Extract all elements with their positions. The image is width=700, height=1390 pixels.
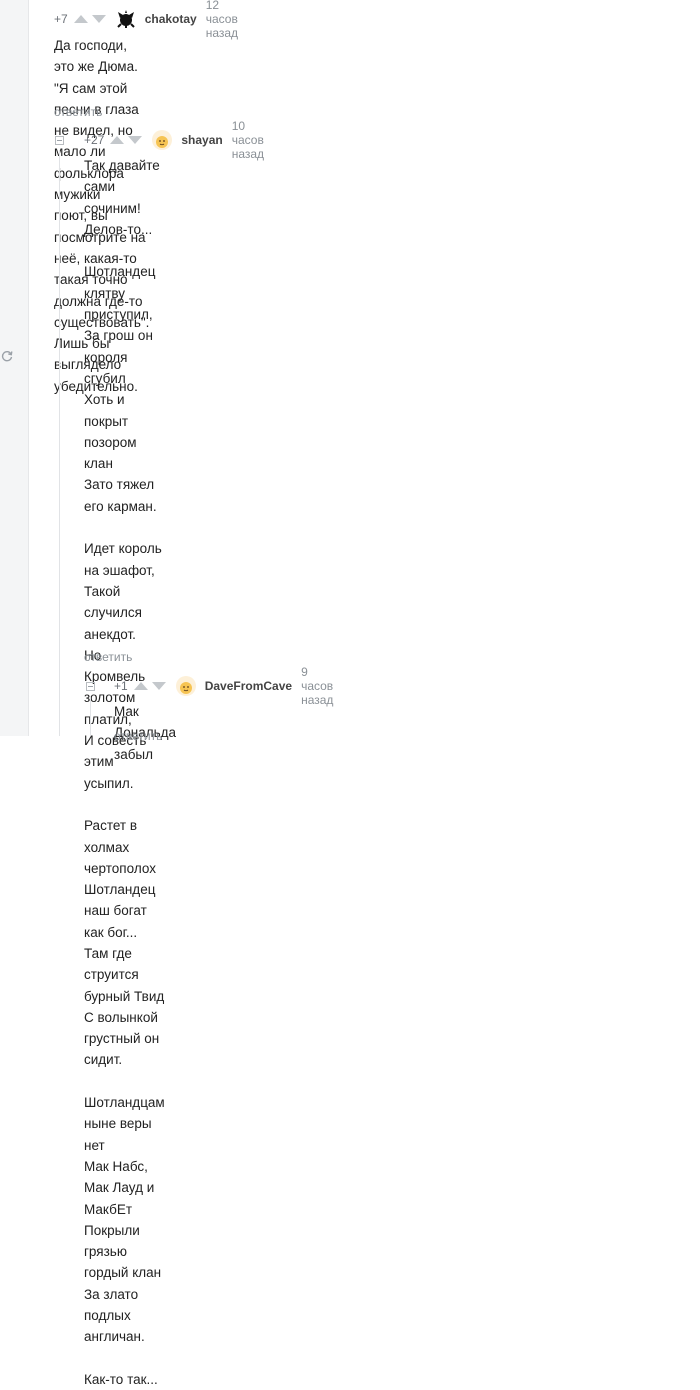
comment-header: +7 chakotay 12 часов назад <box>54 0 238 40</box>
left-gutter <box>0 0 29 736</box>
comment-rating: +27 <box>84 133 105 147</box>
avatar[interactable] <box>175 676 196 696</box>
comment-username[interactable]: chakotay <box>145 12 197 26</box>
comment-header: +1 DaveFromCave 9 часов назад <box>114 665 333 707</box>
reply-link[interactable]: ответить <box>54 105 102 119</box>
avatar[interactable] <box>116 9 136 29</box>
downvote-icon[interactable] <box>128 136 143 144</box>
thread-line[interactable] <box>90 696 91 736</box>
downvote-icon[interactable] <box>91 15 106 23</box>
upvote-icon[interactable] <box>110 136 125 144</box>
collapse-icon[interactable] <box>55 136 64 145</box>
comment-time[interactable]: 10 часов назад <box>232 119 264 161</box>
comment-rating: +1 <box>114 679 128 693</box>
comment-username[interactable]: DaveFromCave <box>205 679 292 693</box>
collapse-icon[interactable] <box>86 682 95 691</box>
avatar[interactable] <box>152 130 173 150</box>
comment-text: Так давайте сами сочиним! Делов-то... Шо… <box>84 158 165 1387</box>
comment-time[interactable]: 9 часов назад <box>301 665 333 707</box>
downvote-icon[interactable] <box>151 682 166 690</box>
upvote-icon[interactable] <box>73 15 88 23</box>
reply-link[interactable]: ответить <box>84 650 132 664</box>
thread-line[interactable] <box>59 150 60 736</box>
reply-link[interactable]: ответить <box>114 729 162 743</box>
comment-time[interactable]: 12 часов назад <box>206 0 238 40</box>
upvote-icon[interactable] <box>133 682 148 690</box>
refresh-icon[interactable] <box>0 350 14 366</box>
comment-header: +27 shayan 10 часов назад <box>84 119 264 161</box>
comment-username[interactable]: shayan <box>181 133 222 147</box>
comment-rating: +7 <box>54 12 68 26</box>
